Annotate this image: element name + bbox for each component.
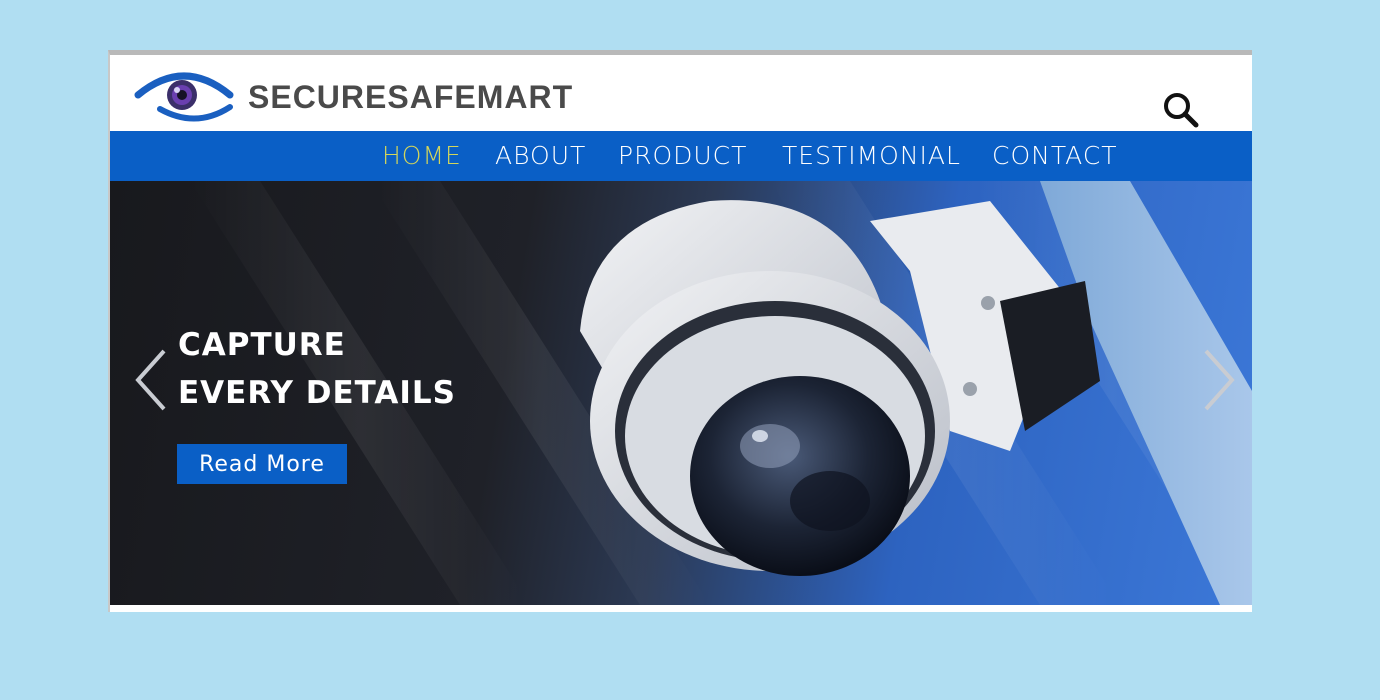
hero-headline-line1: CAPTURE [178,327,346,363]
hero-headline-line2: EVERY DETAILS [178,375,457,411]
main-nav: HOME ABOUT PRODUCT TESTIMONIAL CONTACT [110,131,1252,181]
eye-logo-icon[interactable] [134,65,234,125]
chevron-right-icon[interactable] [1198,347,1238,413]
read-more-button[interactable]: Read More [177,444,347,484]
nav-item-about[interactable]: ABOUT [495,141,586,170]
brand-name[interactable]: SECURESAFEMART [248,79,573,116]
site-header: SECURESAFEMART [110,55,1252,131]
nav-item-testimonial[interactable]: TESTIMONIAL [782,141,961,170]
hero-slider: CAPTURE EVERY DETAILS Read More [110,181,1252,605]
frame-bottom-edge [110,605,1252,612]
hero-headline: CAPTURE EVERY DETAILS [178,321,456,417]
chevron-left-icon[interactable] [132,347,172,413]
browser-frame: SECURESAFEMART HOME ABOUT PRODUCT TESTIM… [108,50,1252,612]
nav-item-home[interactable]: HOME [382,141,462,170]
search-icon[interactable] [1160,90,1204,130]
nav-item-product[interactable]: PRODUCT [618,141,747,170]
nav-item-contact[interactable]: CONTACT [992,141,1118,170]
